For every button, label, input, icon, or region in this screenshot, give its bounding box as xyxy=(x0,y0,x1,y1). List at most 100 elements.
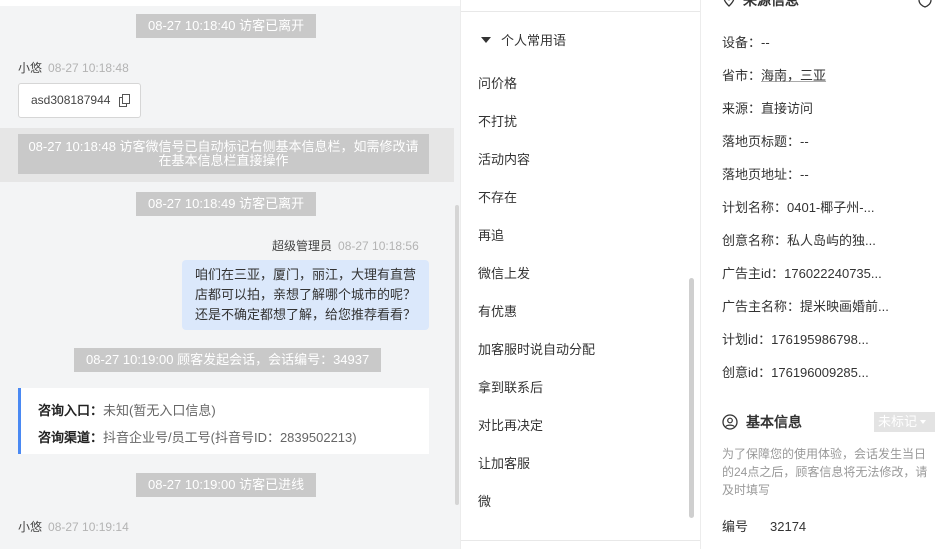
message-time: 08-27 10:18:56 xyxy=(338,239,419,253)
tag-select-value: 未标记 xyxy=(878,414,918,429)
sender-name: 小悠 xyxy=(18,520,43,534)
info-label: 计划id： xyxy=(722,332,772,347)
message-time: 08-27 10:18:48 xyxy=(48,61,129,75)
tag-select-dropdown[interactable]: 未标记 xyxy=(874,412,935,432)
wechat-id-text: asd308187944 xyxy=(31,93,111,107)
phrase-item[interactable]: 有优惠 xyxy=(478,301,517,320)
message-header: 小悠 08-27 10:19:14 xyxy=(18,518,129,535)
info-label: 创意id： xyxy=(722,365,772,380)
info-row-source: 来源：直接访问 xyxy=(722,98,813,117)
visitor-info-panel: 来源信息 设备：-- 省市：海南，三亚 来源：直接访问 落地页标题：-- 落地页… xyxy=(700,0,942,549)
info-value: 私人岛屿的独... xyxy=(787,233,876,248)
info-row-province: 省市：海南，三亚 xyxy=(722,65,826,84)
caret-down-icon xyxy=(920,420,927,424)
message-header: 超级管理员 08-27 10:18:56 xyxy=(272,237,419,254)
consult-entry-value: 未知(暂无入口信息) xyxy=(103,403,216,418)
phrase-item[interactable]: 问价格 xyxy=(478,73,517,92)
consult-channel-value: 抖音企业号/员工号(抖音号ID：2839502213) xyxy=(103,430,357,445)
phrase-item[interactable]: 不打扰 xyxy=(478,111,517,130)
shield-icon[interactable] xyxy=(917,0,933,8)
copy-icon[interactable] xyxy=(119,94,130,107)
message-time: 08-27 10:19:14 xyxy=(48,520,129,534)
notice-line: 08-27 10:18:48 访客微信号已自动标记右侧基本信息栏，如需修改请 xyxy=(28,139,419,154)
consult-channel-label: 咨询渠道： xyxy=(38,430,104,445)
consult-entry-label: 咨询入口： xyxy=(38,403,104,418)
info-row-landing-url: 落地页地址：-- xyxy=(722,164,809,183)
info-value[interactable]: 海南，三亚 xyxy=(761,68,826,83)
chat-scrollbar[interactable] xyxy=(455,205,459,505)
phrase-item[interactable]: 再追 xyxy=(478,225,504,244)
info-row-number: 编号 32174 xyxy=(722,516,806,535)
edit-deadline-notice: 为了保障您的使用体验，会话发生当日的24点之后，顾客信息将无法修改，请及时填写 xyxy=(722,447,928,497)
info-value: 176196009285... xyxy=(771,365,869,380)
system-message: 08-27 10:18:49 访客已离开 xyxy=(136,192,317,216)
info-value: 提米映画婚前... xyxy=(800,299,889,314)
divider xyxy=(461,540,700,541)
info-value: -- xyxy=(800,167,809,182)
source-info-title: 来源信息 xyxy=(743,0,799,8)
info-row-creative-id: 创意id：176196009285... xyxy=(722,362,869,381)
consult-entry-row: 咨询入口：未知(暂无入口信息) xyxy=(38,400,216,419)
info-row-device: 设备：-- xyxy=(722,32,770,51)
info-label: 来源： xyxy=(722,101,762,116)
info-label: 落地页标题： xyxy=(722,134,801,149)
message-header: 小悠 08-27 10:18:48 xyxy=(18,59,129,76)
info-row-advertiser-name: 广告主名称：提米映画婚前... xyxy=(722,296,889,315)
phrases-scrollbar[interactable] xyxy=(689,278,694,518)
info-row-plan-id: 计划id：176195986798... xyxy=(722,329,869,348)
basic-info-title: 基本信息 xyxy=(746,414,802,430)
info-row-plan-name: 计划名称：0401-椰子州-... xyxy=(722,197,874,216)
info-label: 广告主id： xyxy=(722,266,785,281)
bubble-line: 咱们在三亚，厦门，丽江，大理有直营 xyxy=(195,267,417,282)
info-value: -- xyxy=(761,35,770,50)
bubble-line: 店都可以拍，亲想了解哪个城市的呢？ xyxy=(195,287,417,302)
agent-message-bubble: 咱们在三亚，厦门，丽江，大理有直营 店都可以拍，亲想了解哪个城市的呢？ 还是不确… xyxy=(182,260,429,330)
sender-name: 超级管理员 xyxy=(272,239,333,253)
chat-top-bar xyxy=(0,0,460,6)
chat-panel: 08-27 10:18:40 访客已离开 小悠 08-27 10:18:48 as… xyxy=(0,0,460,549)
bubble-line: 还是不确定都想了解，给您推荐看看？ xyxy=(195,307,417,322)
info-row-creative-name: 创意名称：私人岛屿的独... xyxy=(722,230,876,249)
quick-phrases-panel: 个人常用语 问价格 不打扰 活动内容 不存在 再追 微信上发 有优惠 加客服时说… xyxy=(460,0,700,549)
phrase-group-header[interactable]: 个人常用语 xyxy=(481,30,566,49)
wechat-id-message: asd308187944 xyxy=(18,83,141,118)
phrase-item[interactable]: 让加客服 xyxy=(478,453,530,472)
info-value: 0401-椰子州-... xyxy=(787,200,875,215)
phrase-item[interactable]: 微信上发 xyxy=(478,263,530,282)
info-label: 创意名称： xyxy=(722,233,788,248)
phrase-item[interactable]: 活动内容 xyxy=(478,149,530,168)
divider xyxy=(461,11,700,12)
basic-info-header: 基本信息 xyxy=(722,412,802,432)
info-row-advertiser-id: 广告主id：176022240735... xyxy=(722,263,882,282)
consult-info-card: 咨询入口：未知(暂无入口信息) 咨询渠道：抖音企业号/员工号(抖音号ID：283… xyxy=(18,388,429,454)
info-label: 广告主名称： xyxy=(722,299,801,314)
info-value: 176022240735... xyxy=(784,266,882,281)
info-row-landing-title: 落地页标题：-- xyxy=(722,131,809,150)
consult-channel-row: 咨询渠道：抖音企业号/员工号(抖音号ID：2839502213) xyxy=(38,427,357,446)
info-label: 计划名称： xyxy=(722,200,788,215)
phrase-item[interactable]: 拿到联系后 xyxy=(478,377,543,396)
system-message: 08-27 10:19:00 访客已进线 xyxy=(136,473,317,497)
auto-mark-notice: 08-27 10:18:48 访客微信号已自动标记右侧基本信息栏，如需修改请 在… xyxy=(18,134,429,174)
notice-line: 在基本信息栏直接操作 xyxy=(158,153,289,168)
info-label: 省市： xyxy=(722,68,762,83)
info-label: 编号 xyxy=(722,519,749,534)
phrase-item[interactable]: 微 xyxy=(478,491,491,510)
phrase-item[interactable]: 对比再决定 xyxy=(478,415,543,434)
user-circle-icon xyxy=(722,414,738,430)
system-message: 08-27 10:19:00 顾客发起会话，会话编号：34937 xyxy=(74,348,382,372)
caret-down-icon xyxy=(481,37,491,43)
system-message: 08-27 10:18:40 访客已离开 xyxy=(136,14,317,38)
info-value: 直接访问 xyxy=(761,101,814,116)
info-label: 落地页地址： xyxy=(722,167,801,182)
info-value: 176195986798... xyxy=(771,332,869,347)
info-value: 32174 xyxy=(770,519,807,534)
location-pin-icon xyxy=(723,0,735,7)
phrase-item[interactable]: 不存在 xyxy=(478,187,517,206)
source-info-header: 来源信息 xyxy=(723,0,799,10)
info-label: 设备： xyxy=(722,35,762,50)
sender-name: 小悠 xyxy=(18,61,43,75)
info-value: -- xyxy=(800,134,809,149)
phrase-item[interactable]: 加客服时说自动分配 xyxy=(478,339,595,358)
phrase-group-title: 个人常用语 xyxy=(501,33,567,48)
